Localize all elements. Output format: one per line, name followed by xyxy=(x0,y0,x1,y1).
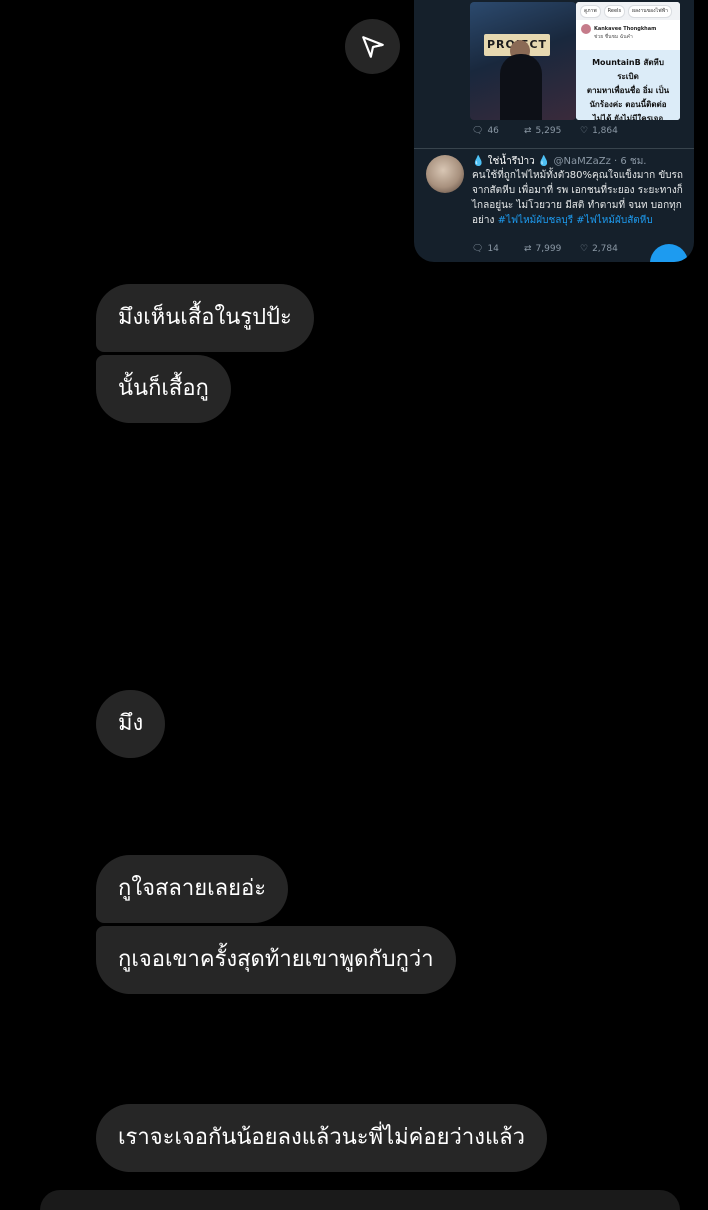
like-count: 1,864 xyxy=(592,126,618,136)
message-bubble[interactable]: มึงเห็นเสื้อในรูปป้ะ xyxy=(96,284,314,352)
post-stats-replies: 🗨 46 xyxy=(472,126,499,136)
share-button[interactable] xyxy=(345,19,400,74)
tweet-handle: @NaMZaZz · 6 ชม. xyxy=(553,156,647,167)
fb-chip: ดูภาพ xyxy=(580,4,601,18)
person-figure xyxy=(500,54,542,120)
fb-body-line: ตามหาเพื่อนชื่อ อิ่ม เป็น xyxy=(586,86,670,95)
reply-count: 46 xyxy=(487,126,499,136)
retweet-icon: ⇄ xyxy=(524,244,532,254)
fb-chip: Reels xyxy=(603,4,626,18)
heart-icon: ♡ xyxy=(580,244,589,254)
retweet-icon: ⇄ xyxy=(524,126,532,136)
compose-fab xyxy=(650,244,688,262)
fb-body-line: นักร้องค่ะ ตอนนี้ติดต่อ xyxy=(589,100,667,109)
fb-subtext: ช่วย ชื่นชม ฉันคำ xyxy=(594,34,633,40)
fb-body-line: ไม่ได้ ยังไม่มีใครเจอ xyxy=(592,114,664,120)
tweet-divider xyxy=(414,148,694,149)
reply-icon: 🗨 xyxy=(472,244,484,254)
post-photo: PROJECT xyxy=(470,2,576,120)
like-count: 2,784 xyxy=(592,244,618,254)
fb-topbar: ดูภาพ Reels ผลงานของไฟฟ้า xyxy=(576,2,680,20)
reply-icon: 🗨 xyxy=(472,126,484,136)
tweet-stats-replies: 🗨 14 xyxy=(472,244,499,254)
tweet-stats-retweets: ⇄ 7,999 xyxy=(524,244,561,254)
reply-count: 14 xyxy=(487,244,499,254)
message-input-bar[interactable] xyxy=(40,1190,680,1210)
tweet-avatar xyxy=(426,155,464,193)
fb-headline: MountainB สัตหีบ xyxy=(592,58,664,67)
tweet-body: คนใช้ที่ถูกไฟไหม้ทั้งตัว80%คุณใจแข็งมาก … xyxy=(472,168,686,228)
post-stats-retweets: ⇄ 5,295 xyxy=(524,126,561,136)
heart-icon: ♡ xyxy=(580,126,589,136)
message-bubble[interactable]: เราจะเจอกันน้อยลงแล้วนะพี่ไม่ค่อยว่างแล้… xyxy=(96,1104,547,1172)
message-bubble[interactable]: มึง xyxy=(96,690,166,758)
shared-post-card[interactable]: PROJECT ดูภาพ Reels ผลงานของไฟฟ้า Kankav… xyxy=(414,0,694,262)
fb-author: Kankavee Thongkham xyxy=(594,26,657,32)
message-bubble[interactable]: กูเจอเขาครั้งสุดท้ายเขาพูดกับกูว่า xyxy=(96,926,456,994)
post-stats-likes: ♡ 1,864 xyxy=(580,126,618,136)
fb-avatar xyxy=(581,24,591,34)
tweet-header: 💧 ใช่น้ำรึป่าว 💧 @NaMZaZz · 6 ชม. xyxy=(472,154,646,169)
tweet-display-name: 💧 ใช่น้ำรึป่าว 💧 xyxy=(472,156,551,167)
retweet-count: 5,295 xyxy=(535,126,562,136)
fb-text-card: MountainB สัตหีบ ระเบิด ตามหาเพื่อนชื่อ … xyxy=(576,50,680,120)
tweet-hashtags: #ไฟไหม้ผับชลบุรี #ไฟไหม้ผับสัตหีบ xyxy=(497,215,653,226)
message-bubble[interactable]: กูใจสลายเลยอ่ะ xyxy=(96,855,289,923)
fb-body-line: ระเบิด xyxy=(617,72,639,81)
retweet-count: 7,999 xyxy=(535,244,562,254)
fb-chip: ผลงานของไฟฟ้า xyxy=(628,4,672,18)
facebook-post-screenshot: ดูภาพ Reels ผลงานของไฟฟ้า Kankavee Thong… xyxy=(576,2,680,120)
tweet-stats-likes: ♡ 2,784 xyxy=(580,244,618,254)
message-bubble[interactable]: นั้นก็เสื้อกู xyxy=(96,355,231,423)
send-icon xyxy=(361,35,384,58)
